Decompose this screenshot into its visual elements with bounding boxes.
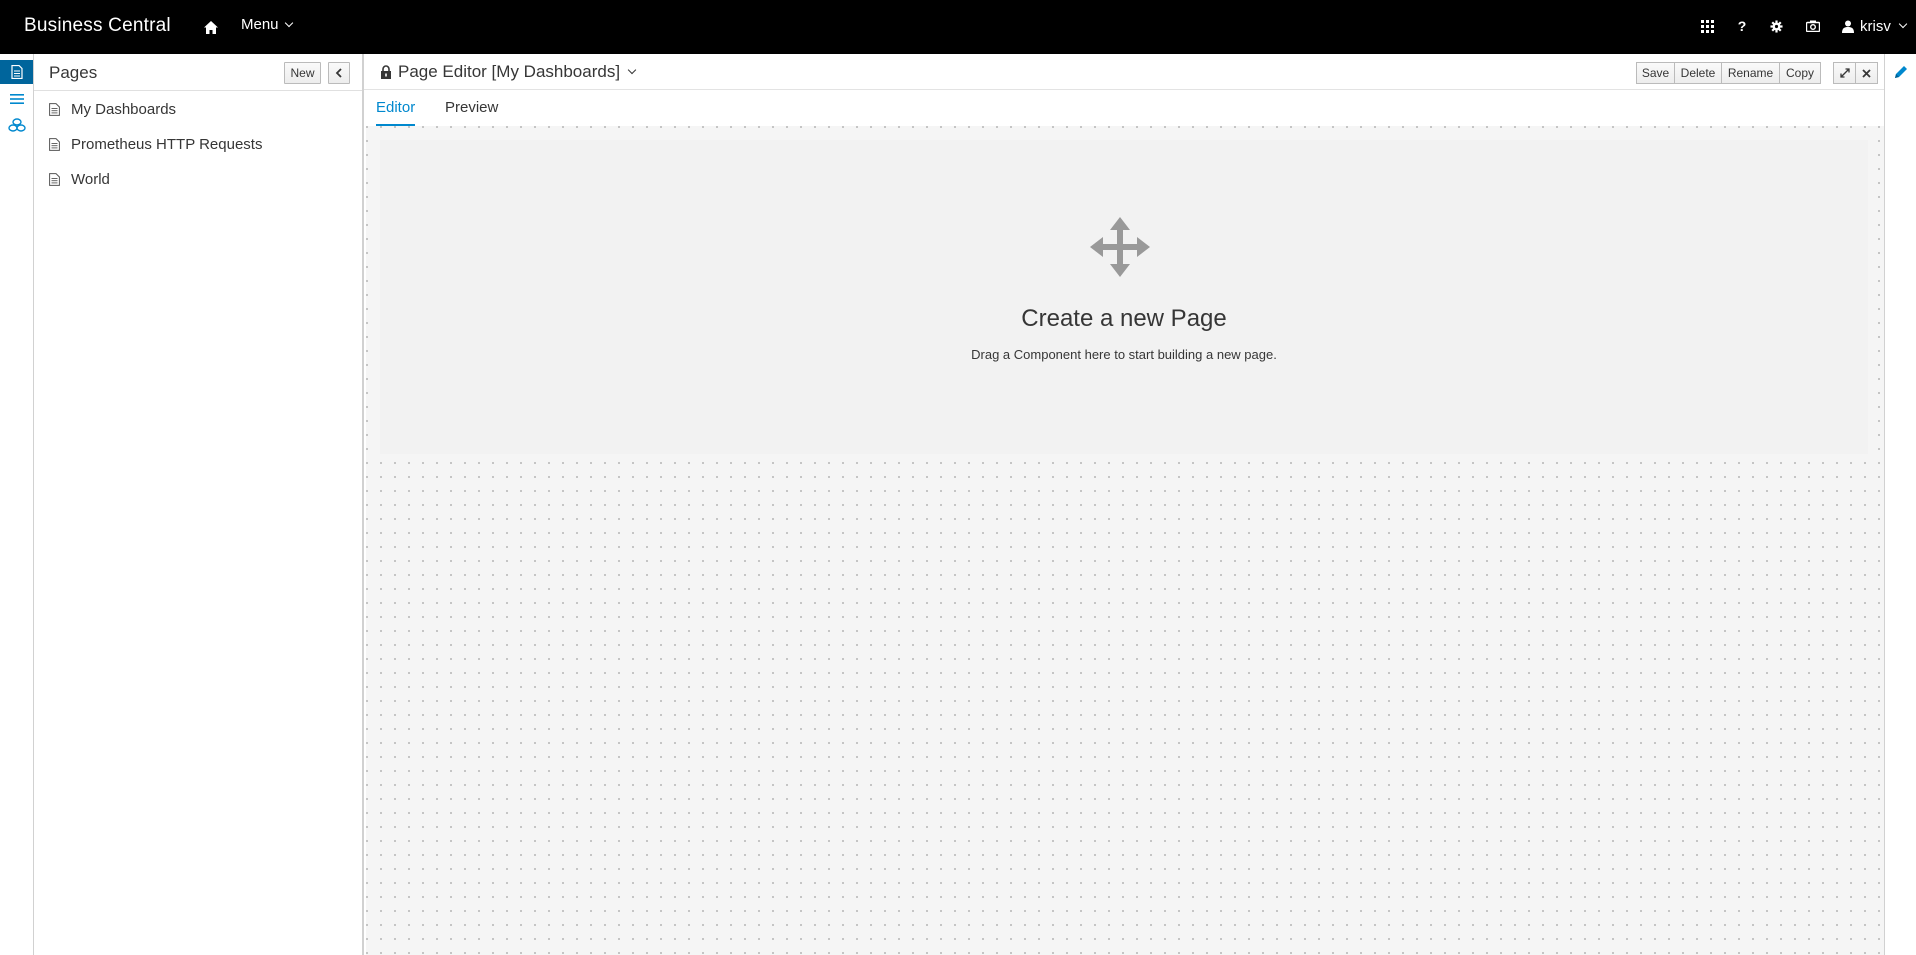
navigation-list-icon[interactable] [0, 87, 33, 111]
chevron-left-icon [335, 68, 342, 78]
pages-icon[interactable] [0, 60, 33, 84]
document-icon [49, 102, 60, 116]
pages-panel: Pages New My Dashboards Prometheus HTTP … [34, 54, 364, 955]
data-sets-icon[interactable] [0, 113, 33, 137]
document-icon [49, 172, 60, 186]
editor-tabs: Editor Preview [364, 90, 1884, 126]
brand-title[interactable]: Business Central [24, 15, 171, 37]
delete-button[interactable]: Delete [1674, 62, 1722, 84]
home-icon[interactable] [200, 16, 222, 38]
collapse-panel-button[interactable] [328, 62, 350, 84]
drop-zone-title: Create a new Page [1021, 305, 1227, 332]
tab-editor[interactable]: Editor [376, 99, 416, 126]
copy-button[interactable]: Copy [1779, 62, 1821, 84]
editor-title-dropdown[interactable]: Page Editor [My Dashboards] [380, 62, 637, 82]
chevron-down-icon [627, 65, 637, 75]
move-arrows-icon [1090, 217, 1150, 277]
help-icon[interactable]: ? [1732, 15, 1752, 37]
apps-grid-icon[interactable] [1697, 15, 1717, 37]
layout-canvas[interactable]: Create a new Page Drag a Component here … [366, 126, 1884, 955]
left-icon-rail [0, 54, 34, 955]
save-button[interactable]: Save [1636, 62, 1675, 84]
page-list-item[interactable]: World [49, 167, 110, 191]
right-rail [1884, 54, 1916, 955]
maximize-button[interactable] [1833, 62, 1856, 84]
expand-icon [1839, 68, 1850, 78]
close-button[interactable] [1855, 62, 1878, 84]
menu-dropdown[interactable]: Menu [241, 16, 293, 33]
menu-label: Menu [241, 16, 279, 33]
page-list-item-label: World [71, 170, 110, 188]
document-icon [49, 137, 60, 151]
page-list-item[interactable]: Prometheus HTTP Requests [49, 132, 262, 156]
chevron-down-icon [1898, 19, 1908, 29]
editor-header: Page Editor [My Dashboards] Save Delete … [364, 54, 1884, 90]
page-title: Page Editor [My Dashboards] [398, 62, 621, 81]
user-name: krisv [1860, 17, 1891, 35]
tab-preview[interactable]: Preview [445, 99, 498, 126]
page-list-item[interactable]: My Dashboards [49, 97, 176, 121]
drop-zone-subtitle: Drag a Component here to start building … [971, 347, 1277, 362]
pages-panel-title: Pages [49, 63, 98, 82]
lock-icon [381, 65, 391, 79]
page-list-item-label: Prometheus HTTP Requests [71, 135, 263, 153]
top-navbar: Business Central Menu ? krisv [0, 0, 1916, 54]
page-list-item-label: My Dashboards [71, 100, 177, 118]
user-menu[interactable]: krisv [1842, 15, 1916, 37]
user-icon [1842, 20, 1854, 33]
rename-button[interactable]: Rename [1721, 62, 1780, 84]
divider [34, 90, 362, 91]
chevron-down-icon [284, 18, 293, 27]
component-drop-zone[interactable]: Create a new Page Drag a Component here … [380, 140, 1868, 454]
close-icon [1862, 68, 1871, 78]
camera-icon[interactable] [1803, 15, 1823, 37]
new-page-button[interactable]: New [284, 62, 321, 84]
pencil-icon[interactable] [1893, 64, 1909, 80]
settings-gear-icon[interactable] [1766, 15, 1786, 37]
